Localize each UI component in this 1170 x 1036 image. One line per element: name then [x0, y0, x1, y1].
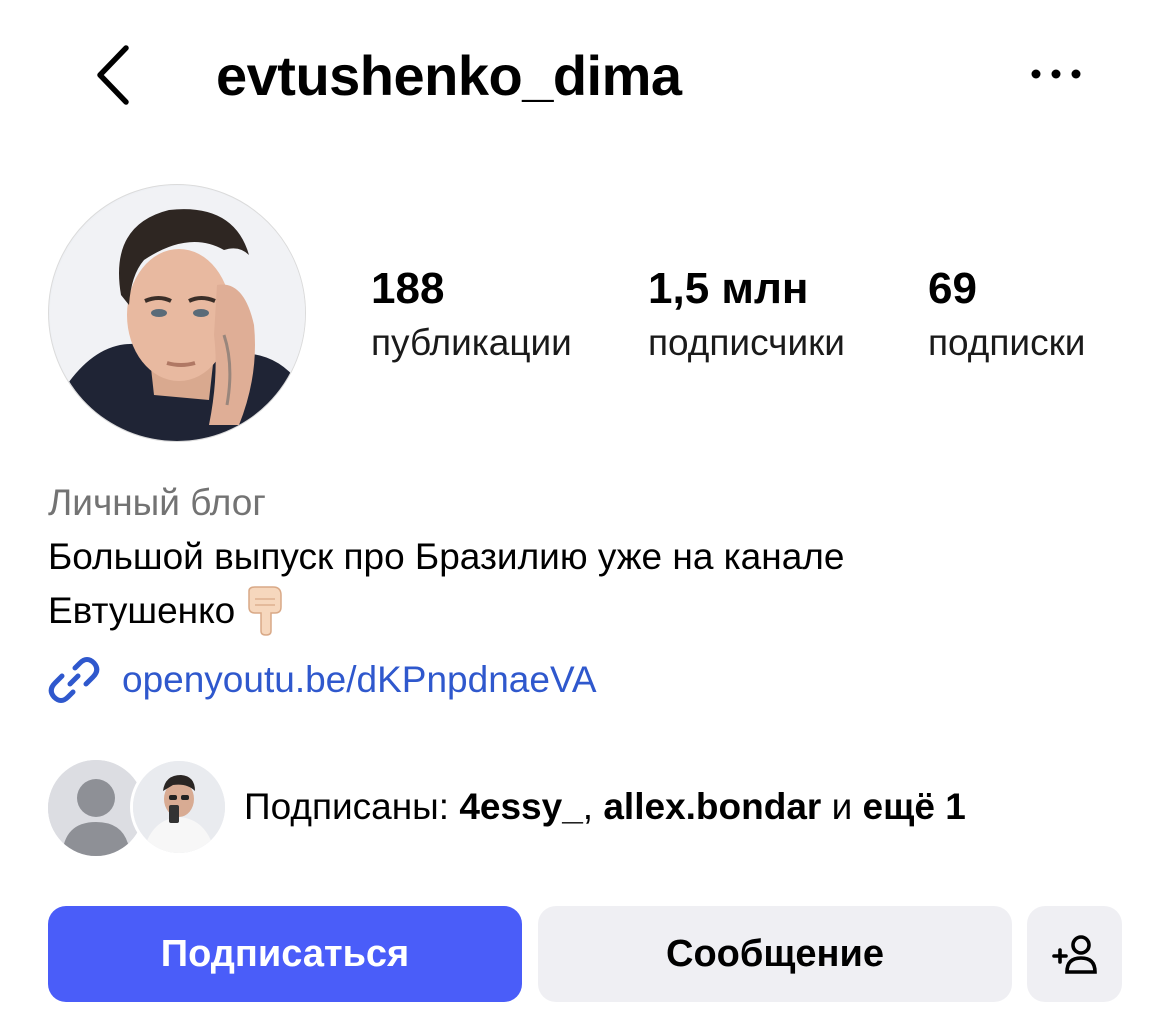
stat-following-label: подписки — [928, 322, 1086, 363]
profile-link[interactable]: openyoutu.be/dKPnpdnaeVA — [48, 652, 597, 708]
link-icon — [48, 657, 100, 703]
bio-line-1: Большой выпуск про Бразилию уже на канал… — [48, 536, 845, 577]
followed-by-user-2: allex.bondar — [603, 786, 822, 827]
stat-following[interactable]: 69 подписки — [928, 262, 1085, 370]
follow-button[interactable]: Подписаться — [48, 906, 522, 1002]
more-horizontal-icon — [1031, 69, 1081, 79]
chevron-left-icon — [97, 45, 129, 105]
followed-by-conjunction: и — [821, 786, 863, 827]
follower-photo — [133, 761, 225, 853]
suggest-users-button[interactable] — [1027, 906, 1122, 1002]
stat-posts-value: 188 — [371, 264, 445, 313]
followed-by-more: ещё 1 — [862, 786, 966, 827]
stat-followers-label: подписчики — [648, 322, 845, 363]
more-options-button[interactable] — [1026, 54, 1086, 94]
followed-by-user-1: 4essy_ — [459, 786, 583, 827]
profile-username: evtushenko_dima — [216, 44, 682, 107]
bio-line-2-text: Евтушенко — [48, 590, 236, 631]
stat-posts: 188 публикации — [371, 262, 572, 370]
back-button[interactable] — [90, 40, 142, 110]
stat-posts-label: публикации — [371, 322, 572, 363]
message-button[interactable]: Сообщение — [538, 906, 1012, 1002]
bio-line-2: Евтушенко — [48, 584, 1108, 638]
profile-link-text: openyoutu.be/dKPnpdnaeVA — [122, 659, 597, 700]
stat-followers-value: 1,5 млн — [648, 264, 809, 313]
profile-bio: Большой выпуск про Бразилию уже на канал… — [48, 530, 1108, 638]
add-user-icon — [1051, 935, 1097, 974]
profile-photo — [50, 186, 305, 441]
stat-followers[interactable]: 1,5 млн подписчики — [648, 262, 845, 370]
followed-by-text[interactable]: Подписаны: 4essy_, allex.bondar и ещё 1 — [244, 780, 966, 834]
followed-by-separator: , — [582, 786, 604, 827]
profile-avatar[interactable] — [48, 184, 306, 442]
stat-following-value: 69 — [928, 264, 977, 313]
profile-category: Личный блог — [48, 482, 266, 523]
follower-avatar-photo[interactable] — [130, 758, 228, 856]
followed-by-prefix: Подписаны: — [244, 786, 460, 827]
pointing-down-hand-icon — [248, 586, 283, 636]
